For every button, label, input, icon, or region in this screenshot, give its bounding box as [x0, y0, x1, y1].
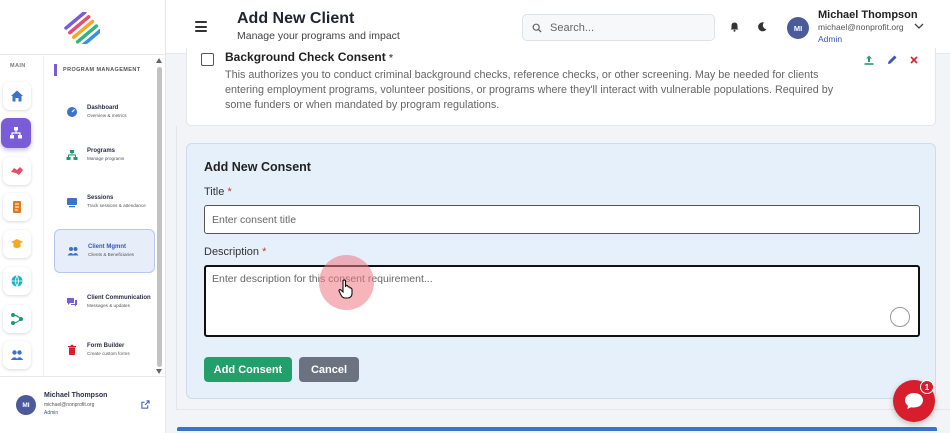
title-label-text: Title	[204, 186, 225, 198]
add-consent-button[interactable]: Add Consent	[204, 357, 292, 382]
title-label: Title *	[204, 186, 232, 198]
edit-icon[interactable]	[886, 54, 898, 66]
close-icon[interactable]	[908, 54, 920, 66]
description-label-text: Description	[204, 246, 260, 258]
trash-icon	[68, 344, 76, 355]
consent-description-input[interactable]	[204, 265, 920, 337]
upload-icon[interactable]	[863, 54, 875, 66]
sidebar-item-sub: Clients & Beneficiaries	[88, 252, 134, 257]
chevron-down-icon[interactable]	[914, 22, 924, 30]
sidebar-item-sub: Manage programs	[87, 156, 125, 161]
required-star: *	[227, 186, 232, 198]
external-link-icon[interactable]	[141, 400, 150, 409]
sidebar-item-client-communication[interactable]: Client Communication Messages & updates	[54, 280, 155, 324]
rail-flow-button[interactable]	[3, 305, 31, 333]
sidebar-item-sub: Messages & updates	[87, 303, 130, 308]
user-email: michael@nonprofit.org	[818, 22, 904, 32]
description-label: Description *	[204, 246, 266, 258]
page-subtitle: Manage your programs and impact	[237, 30, 400, 42]
home-icon	[11, 90, 23, 102]
search-icon	[532, 23, 542, 33]
section-title: PROGRAM MANAGEMENT	[54, 64, 140, 76]
dashboard-icon	[67, 107, 77, 117]
rail-education-button[interactable]	[3, 230, 31, 258]
cancel-button[interactable]: Cancel	[299, 357, 359, 382]
document-icon	[13, 201, 21, 213]
page-title: Add New Client	[237, 10, 355, 27]
sidebar-item-sub: Create custom forms	[87, 351, 130, 356]
sidebar-item-label: Client Communication	[87, 295, 151, 301]
logo[interactable]	[64, 12, 100, 44]
required-star: *	[262, 246, 267, 258]
users-icon	[67, 247, 79, 256]
textarea-assist-icon[interactable]	[890, 307, 910, 327]
chat-bubble-icon	[905, 393, 923, 409]
consent-title-input[interactable]	[204, 205, 920, 234]
next-section-bar	[177, 427, 937, 431]
scroll-down-arrow[interactable]	[156, 369, 162, 374]
search-input[interactable]	[550, 15, 710, 40]
moon-icon[interactable]	[757, 21, 768, 32]
people-icon	[10, 350, 24, 360]
sidebar-item-sub: Track sessions & attendance	[87, 203, 146, 208]
sidebar-item-label: Client Mgmnt	[88, 244, 126, 250]
consent-item: Background Check Consent * This authoriz…	[186, 48, 936, 126]
sidebar-user-email: michael@nonprofit.org	[44, 402, 95, 408]
add-consent-heading: Add New Consent	[204, 160, 311, 174]
user-role: Admin	[818, 34, 843, 44]
rail-people-button[interactable]	[3, 341, 31, 369]
bell-icon[interactable]	[729, 21, 740, 32]
scroll-up-arrow[interactable]	[156, 58, 162, 63]
notification-badge: 1	[920, 380, 934, 394]
hand-cursor-icon	[338, 279, 353, 299]
consent-title: Background Check Consent *	[225, 50, 393, 64]
sidebar-item-label: Sessions	[87, 195, 114, 201]
consent-description: This authorizes you to conduct criminal …	[225, 69, 834, 111]
rail-documents-button[interactable]	[3, 193, 31, 221]
add-consent-panel: Add New Consent Title * Description * Ad…	[186, 143, 936, 399]
sidebar-item-client-mgmnt[interactable]: Client Mgmnt Clients & Beneficiaries	[54, 229, 155, 273]
globe-icon	[11, 275, 23, 288]
sidebar-item-label: Dashboard	[87, 105, 119, 111]
scroll-thumb[interactable]	[157, 67, 162, 367]
flow-icon	[11, 313, 23, 325]
sidebar: MAIN PROGRAM MANAGEMENT Dashboard Overvie…	[0, 0, 166, 433]
sidebar-item-programs[interactable]: Programs Manage programs	[54, 133, 155, 177]
sidebar-item-dashboard[interactable]: Dashboard Overview & metrics	[54, 90, 155, 134]
sidebar-user-name: Michael Thompson	[44, 392, 108, 399]
required-mark: *	[389, 53, 393, 64]
sitemap-icon	[66, 150, 78, 160]
search-box	[522, 14, 715, 41]
sidebar-divider	[0, 54, 165, 55]
sidebar-user-divider	[0, 376, 165, 377]
sidebar-user-role: Admin	[44, 410, 59, 416]
sidebar-item-form-builder[interactable]: Form Builder Create custom forms	[54, 328, 155, 372]
sidebar-item-label: Programs	[87, 148, 116, 154]
rail-divider	[43, 56, 44, 376]
sidebar-item-sessions[interactable]: Sessions Track sessions & attendance	[54, 180, 155, 224]
rail-handshake-button[interactable]	[3, 157, 31, 185]
hamburger-menu-icon[interactable]	[195, 21, 207, 32]
rail-programs-button[interactable]	[1, 118, 31, 148]
main-label: MAIN	[10, 63, 26, 69]
avatar[interactable]: MI	[16, 395, 36, 415]
user-name: Michael Thompson	[818, 9, 918, 21]
top-header: Add New Client Manage your programs and …	[166, 0, 950, 54]
sidebar-item-label: Form Builder	[87, 343, 125, 349]
sidebar-item-sub: Overview & metrics	[87, 113, 127, 118]
consent-checkbox[interactable]	[201, 53, 214, 66]
sidebar-scrollbar[interactable]	[156, 58, 163, 374]
avatar[interactable]: MI	[787, 17, 809, 39]
rail-home-button[interactable]	[3, 82, 31, 110]
chat-icon	[67, 298, 77, 307]
rail-globe-button[interactable]	[3, 267, 31, 295]
sessions-icon	[67, 198, 77, 208]
handshake-icon	[11, 167, 23, 175]
graduation-cap-icon	[11, 239, 23, 248]
sitemap-icon	[10, 127, 22, 139]
consent-title-text: Background Check Consent	[225, 50, 386, 64]
